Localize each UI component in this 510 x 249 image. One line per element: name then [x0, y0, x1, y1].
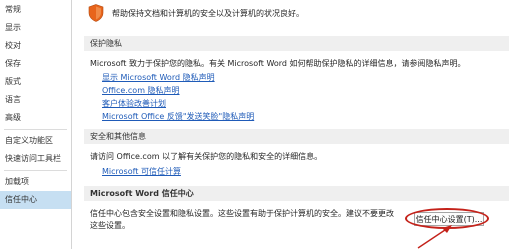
- trust-center-description-line2: 这些设置。: [90, 221, 130, 230]
- trust-center-panel: 帮助保持文档和计算机的安全以及计算机的状况良好。 保护隐私 Microsoft …: [72, 0, 510, 249]
- sidebar-item-language[interactable]: 语言: [0, 91, 71, 109]
- security-description: 请访问 Office.com 以了解有关保护您的隐私和安全的详细信息。: [90, 152, 323, 161]
- privacy-description: Microsoft 致力于保护您的隐私。有关 Microsoft Word 如何…: [90, 59, 466, 68]
- sidebar-item-customize-ribbon[interactable]: 自定义功能区: [0, 132, 71, 150]
- sidebar-item-display[interactable]: 显示: [0, 19, 71, 37]
- intro-text: 帮助保持文档和计算机的安全以及计算机的状况良好。: [112, 8, 304, 18]
- shield-icon: [88, 4, 104, 22]
- sidebar-item-general[interactable]: 常规: [0, 1, 71, 19]
- ceip-link[interactable]: 客户体验改善计划: [102, 98, 166, 109]
- sidebar-item-layout[interactable]: 版式: [0, 73, 71, 91]
- trustworthy-computing-link[interactable]: Microsoft 可信任计算: [102, 166, 181, 177]
- sidebar-item-quick-access-toolbar[interactable]: 快速访问工具栏: [0, 150, 71, 168]
- sidebar-item-add-ins[interactable]: 加载项: [0, 173, 71, 191]
- word-privacy-statement-link[interactable]: 显示 Microsoft Word 隐私声明: [102, 72, 215, 83]
- sidebar-divider: [4, 129, 67, 130]
- security-section-header: 安全和其他信息: [84, 129, 509, 144]
- sidebar-item-save[interactable]: 保存: [0, 55, 71, 73]
- trust-center-description-line1: 信任中心包含安全设置和隐私设置。这些设置有助于保护计算机的安全。建议不要更改: [90, 209, 394, 218]
- sidebar-item-advanced[interactable]: 高级: [0, 109, 71, 127]
- sidebar-item-trust-center[interactable]: 信任中心: [0, 191, 71, 209]
- sidebar-divider: [4, 170, 67, 171]
- trust-center-section-header: Microsoft Word 信任中心: [84, 186, 509, 201]
- sidebar-item-proofing[interactable]: 校对: [0, 37, 71, 55]
- pointer-arrow: [417, 225, 452, 249]
- office-privacy-statement-link[interactable]: Office.com 隐私声明: [102, 85, 180, 96]
- options-sidebar: 常规 显示 校对 保存 版式 语言 高级 自定义功能区 快速访问工具栏 加载项 …: [0, 0, 72, 249]
- send-a-smile-privacy-link[interactable]: Microsoft Office 反馈"发送笑脸"隐私声明: [102, 111, 254, 122]
- privacy-section-header: 保护隐私: [84, 36, 509, 51]
- intro-row: 帮助保持文档和计算机的安全以及计算机的状况良好。: [88, 2, 304, 24]
